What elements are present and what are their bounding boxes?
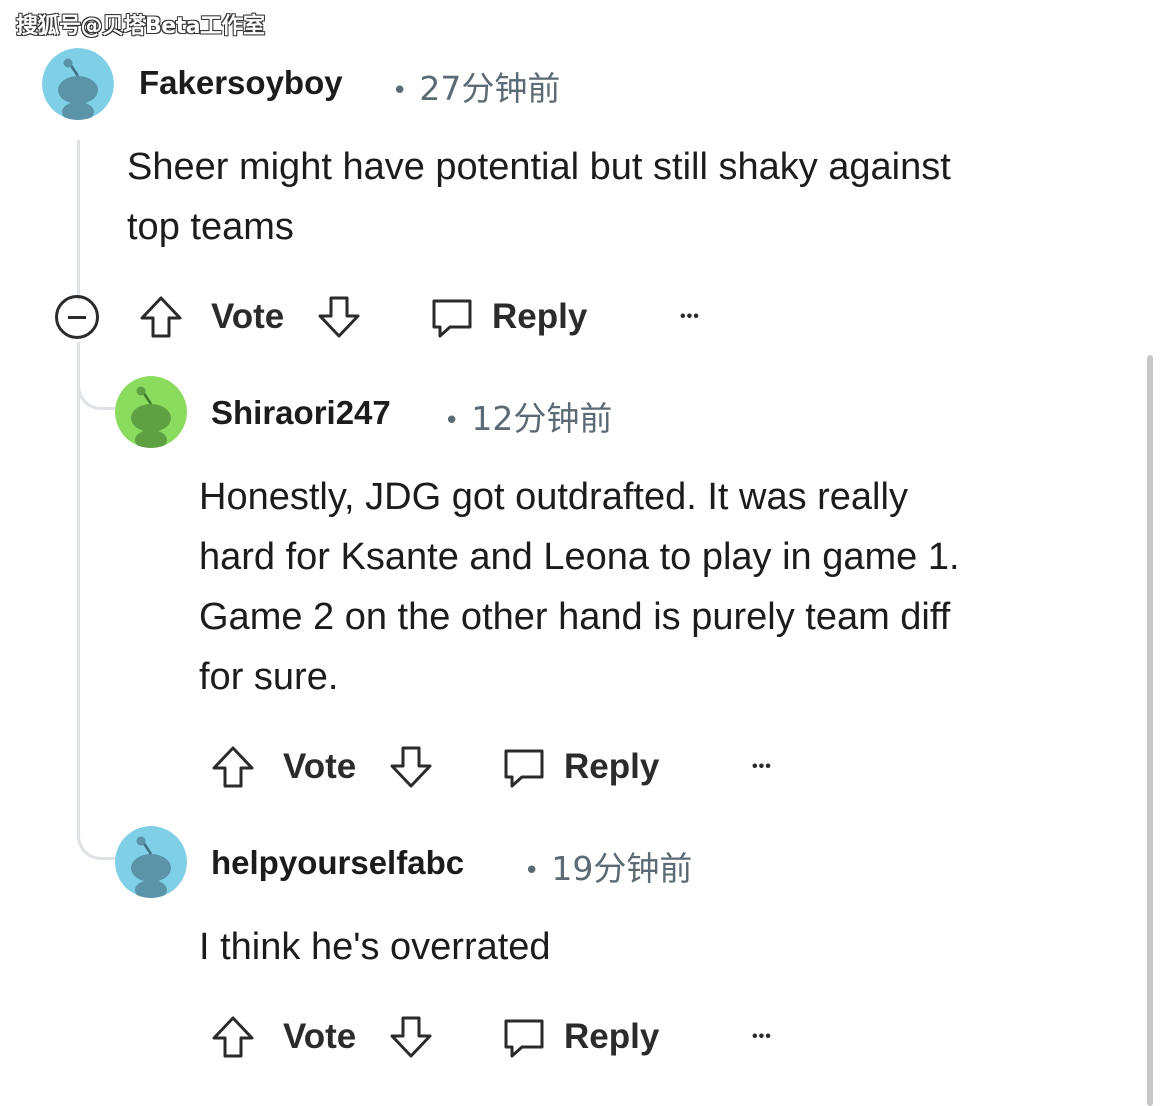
comment-body: I think he's overrated	[199, 917, 551, 977]
comment-body-line: I think he's overrated	[199, 926, 551, 968]
downvote-button[interactable]	[314, 289, 364, 345]
comment-action-bar: Vote Reply •••	[208, 739, 808, 795]
comment-body-line: for sure.	[199, 656, 339, 698]
snoo-avatar-icon	[115, 376, 187, 448]
downvote-button[interactable]	[386, 1009, 436, 1065]
reply-button[interactable]: Reply	[500, 739, 659, 795]
vote-label: Vote	[211, 297, 285, 336]
comment-timestamp: • 27分钟前	[392, 69, 561, 108]
downvote-button[interactable]	[386, 739, 436, 795]
reply-bubble-icon	[504, 749, 544, 788]
more-options-icon: •••	[752, 1028, 772, 1045]
downvote-arrow-icon	[318, 296, 360, 338]
reply-button[interactable]: Reply	[428, 289, 587, 345]
more-options-icon: •••	[752, 758, 772, 775]
upvote-arrow-icon	[212, 746, 254, 788]
reply-bubble-icon	[504, 1019, 544, 1058]
comment-author[interactable]: Fakersoyboy	[139, 64, 343, 102]
comment-body-line: Sheer might have potential but still sha…	[127, 146, 951, 188]
comment-body-line: Game 2 on the other hand is purely team …	[199, 596, 951, 638]
comment-timestamp: • 12分钟前	[444, 399, 613, 438]
upvote-button[interactable]	[208, 739, 258, 795]
vote-label: Vote	[283, 1017, 357, 1056]
timestamp-label: 12分钟前	[471, 399, 613, 438]
comment-body-line: Honestly, JDG got outdrafted. It was rea…	[199, 476, 908, 518]
comment-author[interactable]: helpyourselfabc	[211, 844, 464, 882]
thread-line-children[interactable]	[77, 342, 80, 828]
snoo-avatar-icon	[115, 826, 187, 898]
vote-count: Vote	[283, 739, 356, 795]
thread-line-main[interactable]	[77, 140, 80, 300]
reply-button[interactable]: Reply	[500, 1009, 659, 1065]
more-options-button[interactable]: •••	[752, 739, 772, 795]
reply-label: Reply	[492, 297, 588, 336]
comment-action-bar: Vote Reply •••	[208, 1009, 808, 1065]
snoo-avatar-icon	[42, 48, 114, 120]
comment-body-line: top teams	[127, 206, 294, 248]
thread-branch-1	[77, 380, 117, 410]
upvote-button[interactable]	[136, 289, 186, 345]
more-options-button[interactable]: •••	[752, 1009, 772, 1065]
reply-bubble-icon	[432, 299, 472, 338]
upvote-arrow-icon	[140, 296, 182, 338]
comment-body: Sheer might have potential but still sha…	[127, 137, 951, 257]
avatar[interactable]	[115, 826, 187, 898]
avatar[interactable]	[115, 376, 187, 448]
vote-count: Vote	[283, 1009, 356, 1065]
comment-author[interactable]: Shiraori247	[211, 394, 391, 432]
comment-body: Honestly, JDG got outdrafted. It was rea…	[199, 467, 960, 707]
vote-count: Vote	[211, 289, 284, 345]
timestamp-label: 27分钟前	[419, 69, 561, 108]
timestamp-label: 19分钟前	[551, 849, 693, 888]
collapse-thread-button[interactable]	[55, 295, 99, 339]
reply-label: Reply	[564, 1017, 660, 1056]
downvote-arrow-icon	[390, 746, 432, 788]
more-options-button[interactable]: •••	[680, 289, 700, 345]
comment-timestamp: • 19分钟前	[524, 849, 693, 888]
upvote-arrow-icon	[212, 1016, 254, 1058]
more-options-icon: •••	[680, 308, 700, 325]
comment-action-bar: Vote Reply •••	[136, 289, 736, 345]
comment-body-line: hard for Ksante and Leona to play in gam…	[199, 536, 960, 578]
upvote-button[interactable]	[208, 1009, 258, 1065]
avatar[interactable]	[42, 48, 114, 120]
thread-branch-2	[77, 828, 117, 860]
watermark-text: 搜狐号@贝塔Beta工作室	[16, 14, 265, 39]
reply-label: Reply	[564, 747, 660, 786]
scrollbar[interactable]	[1147, 355, 1153, 1106]
downvote-arrow-icon	[390, 1016, 432, 1058]
vote-label: Vote	[283, 747, 357, 786]
